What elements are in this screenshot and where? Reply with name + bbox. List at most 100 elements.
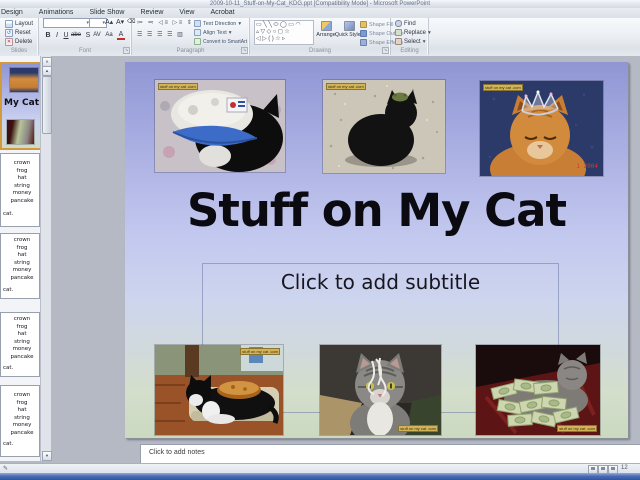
slides-group-label: Slides (0, 48, 38, 54)
find-icon (395, 20, 402, 27)
paragraph-group-label: Paragraph (132, 48, 249, 54)
cat-with-money-image (476, 345, 600, 435)
delete-icon: ✕ (5, 38, 13, 46)
group-editing: Find Replace ▾ Select ▾ Editing (391, 18, 429, 55)
bullets-numbering-buttons[interactable]: ≔ ≕ ◁≡ ▷≡ ⇕ (137, 20, 193, 27)
photo-cat-with-money[interactable]: stuff on my cat .com (476, 345, 600, 435)
font-dialog-launcher[interactable]: ↘ (123, 47, 130, 54)
slide-thumbnail-panel: Stuff on My Cat crownfrog hatstring mone… (0, 56, 40, 461)
photo-date-stamp: 1 2004 (576, 163, 598, 170)
shape-fill-button[interactable]: Shape Fill (360, 21, 393, 28)
paragraph-dialog-launcher[interactable]: ↘ (241, 47, 248, 54)
window-title: 2009-10-11_Stuff-on-My-Cat_KDG.ppt [Comp… (210, 1, 430, 7)
watermark: stuff on my cat .com (326, 83, 366, 90)
thumbnail-slide-4[interactable]: crownfrog hatstring moneypancake cat. (0, 312, 40, 377)
drawing-group-label: Drawing (250, 48, 390, 54)
cat-with-pancake-image (155, 345, 283, 435)
shapes-gallery[interactable]: ▭╲╲⬭◯▭◠ ▵▽◇○◻☆ ◁▷()☆▹ (254, 20, 314, 45)
notes-placeholder-text: Click to add notes (149, 449, 205, 456)
tab-review[interactable]: Review (132, 8, 171, 18)
character-spacing-button[interactable]: AV (93, 31, 101, 40)
text-direction-icon (194, 20, 201, 27)
ribbon-tab-row: Design Animations Slide Show Review View… (0, 8, 640, 18)
thumbnail-panel-scrollbar[interactable]: ✕ ▲ ▼ (40, 56, 51, 461)
underline-button[interactable]: U (62, 31, 70, 40)
thumbnail-slide-5[interactable]: crownfrog hatstring moneypancake cat. (0, 385, 40, 457)
font-color-button[interactable]: A (117, 31, 125, 40)
zoom-level[interactable]: 12 (621, 465, 628, 471)
notes-pane[interactable]: Click to add notes (140, 444, 640, 464)
mini-photo-crown-cat (10, 68, 38, 92)
delete-button[interactable]: ✕ Delete (5, 38, 32, 46)
mini-photo-money-cat (7, 120, 34, 144)
layout-icon (5, 20, 13, 28)
chevron-down-icon: ▾ (423, 39, 426, 45)
watermark: stuff on my cat .com (240, 348, 280, 355)
group-drawing: ▭╲╲⬭◯▭◠ ▵▽◇○◻☆ ◁▷()☆▹ Arrange Quick Styl… (250, 18, 391, 55)
reset-icon: ↺ (5, 29, 13, 37)
arrange-button[interactable]: Arrange (316, 21, 336, 38)
arrange-icon (321, 21, 332, 31)
window-titlebar[interactable]: 2009-10-11_Stuff-on-My-Cat_KDG.ppt [Comp… (0, 0, 640, 8)
photo-cat-with-cap[interactable]: stuff on my cat .com (155, 80, 285, 172)
photo-cat-with-frog[interactable]: stuff on my cat .com (323, 80, 445, 173)
photo-cat-with-pancake[interactable]: stuff on my cat .com (155, 345, 283, 435)
text-direction-button[interactable]: Text Direction ▾ (194, 20, 241, 27)
change-case-button[interactable]: Aa (105, 31, 113, 40)
photo-cat-with-crown[interactable]: stuff on my cat .com 1 2004 (480, 81, 603, 176)
bold-button[interactable]: B (44, 31, 52, 40)
align-text-button[interactable]: Align Text ▾ (194, 29, 232, 36)
replace-button[interactable]: Replace ▾ (395, 29, 431, 36)
watermark: stuff on my cat .com (557, 425, 597, 432)
taskbar-edge (0, 473, 640, 480)
group-paragraph: ≔ ≕ ◁≡ ▷≡ ⇕ ☰ ☰ ☰ ☰ ▥ Text Direction ▾ A… (132, 18, 250, 55)
alignment-buttons[interactable]: ☰ ☰ ☰ ☰ ▥ (137, 32, 184, 39)
thumbnail-slide-2[interactable]: crownfrog hatstring moneypancake cat. (0, 153, 40, 227)
text-shadow-button[interactable]: S (84, 31, 92, 40)
scroll-down-icon[interactable]: ▼ (42, 451, 52, 461)
tab-view[interactable]: View (171, 8, 202, 18)
tab-slide-show[interactable]: Slide Show (81, 8, 132, 18)
tab-acrobat[interactable]: Acrobat (202, 8, 242, 18)
tab-design[interactable]: Design (0, 8, 31, 18)
subtitle-placeholder-text: Click to add subtitle (203, 270, 558, 294)
scroll-up-icon[interactable]: ▲ (42, 66, 52, 76)
slide-canvas[interactable]: stuff on my cat .com stuff on my cat .co… (125, 62, 628, 438)
shape-fill-icon (360, 21, 367, 28)
convert-smartart-button[interactable]: Convert to SmartArt (194, 38, 247, 45)
watermark: stuff on my cat .com (483, 84, 523, 91)
slide-title[interactable]: Stuff on My Cat (125, 184, 628, 237)
shrink-font-button[interactable]: A▾ (116, 18, 124, 27)
scrollbar-thumb[interactable] (42, 76, 52, 134)
shape-outline-icon (360, 30, 367, 37)
strikethrough-button[interactable]: abe (71, 31, 81, 40)
drawing-dialog-launcher[interactable]: ↘ (382, 47, 389, 54)
chevron-down-icon: ▾ (229, 30, 232, 36)
select-button[interactable]: Select ▾ (395, 38, 425, 45)
chevron-down-icon: ▾ (428, 30, 431, 36)
smartart-icon (194, 38, 201, 45)
shape-effects-icon (360, 39, 367, 46)
watermark: stuff on my cat .com (398, 425, 438, 432)
quick-styles-button[interactable]: Quick Styles (339, 21, 359, 38)
tab-animations[interactable]: Animations (31, 8, 82, 18)
group-font: ▾ ▾ A▴ A▾ ⌫ B I U abe S AV Aa A Font ↘ (39, 18, 132, 55)
font-group-label: Font (39, 48, 131, 54)
cat-with-cap-image (155, 80, 285, 172)
thumbnail-slide-3[interactable]: crownfrog hatstring moneypancake cat. (0, 233, 40, 299)
photo-cat-with-string[interactable]: stuff on my cat .com (320, 345, 441, 435)
workspace: Stuff on My Cat crownfrog hatstring mone… (0, 56, 640, 463)
cat-with-crown-image (480, 81, 603, 176)
mini-slide-title: Stuff on My Cat (0, 98, 39, 108)
reset-button[interactable]: ↺ Reset (5, 29, 31, 37)
italic-button[interactable]: I (53, 31, 61, 40)
ribbon: Layout ↺ Reset ✕ Delete Slides ▾ ▾ A▴ (0, 18, 640, 57)
grow-font-button[interactable]: A▴ (105, 18, 113, 27)
find-button[interactable]: Find (395, 20, 416, 27)
font-name-combobox[interactable]: ▾ (43, 18, 91, 28)
chevron-down-icon: ▾ (238, 21, 241, 27)
layout-button[interactable]: Layout (5, 20, 33, 28)
spell-check-icon: ✎ (3, 465, 8, 473)
select-icon (395, 38, 402, 45)
thumbnail-slide-1[interactable]: Stuff on My Cat (0, 62, 40, 150)
